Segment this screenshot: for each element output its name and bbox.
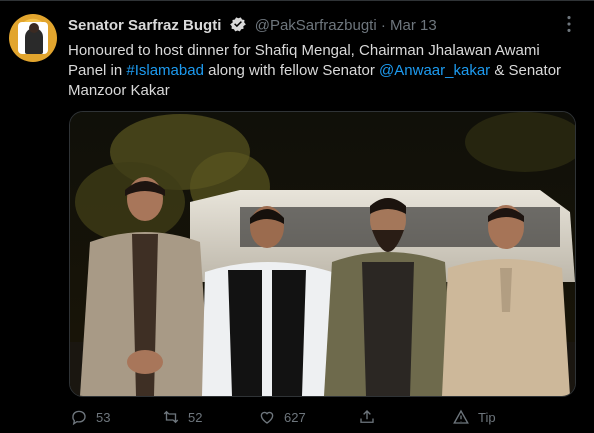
avatar[interactable] (9, 14, 57, 62)
reply-action[interactable]: 53 (70, 403, 110, 431)
tip-label: Tip (478, 409, 496, 425)
like-action[interactable]: 627 (258, 403, 306, 431)
hashtag-link[interactable]: #Islamabad (126, 62, 204, 79)
more-icon[interactable] (558, 13, 580, 35)
like-icon (260, 411, 274, 424)
reply-icon (72, 410, 86, 426)
verified-badge-icon (229, 17, 246, 32)
tweet-header: Senator Sarfraz Bugti @PakSarfrazbugti ·… (68, 15, 437, 36)
mention-link[interactable]: @Anwaar_kakar (379, 62, 490, 79)
tweet-date[interactable]: Mar 13 (390, 17, 437, 34)
retweet-count: 52 (188, 409, 203, 425)
like-count: 627 (284, 409, 306, 425)
avatar-head (29, 23, 39, 33)
author-name[interactable]: Senator Sarfraz Bugti (68, 17, 221, 34)
tweet-card[interactable]: Senator Sarfraz Bugti @PakSarfrazbugti ·… (0, 0, 594, 431)
tip-action[interactable]: Tip (452, 403, 496, 431)
retweet-icon (163, 410, 179, 424)
photo-illustration (70, 112, 575, 396)
tip-icon (453, 409, 469, 424)
share-icon (360, 410, 374, 423)
tweet-text: Honoured to host dinner for Shafiq Menga… (68, 41, 568, 101)
tweet-photo[interactable] (69, 111, 576, 397)
retweet-action[interactable]: 52 (162, 403, 202, 431)
reply-count: 53 (96, 409, 111, 425)
tweet-actions: 53 52 627 Tip (0, 403, 594, 433)
tweet-text-part2: along with fellow Senator (203, 62, 380, 79)
share-action[interactable] (358, 403, 376, 431)
separator-dot: · (380, 17, 386, 34)
author-handle[interactable]: @PakSarfrazbugti (255, 17, 377, 34)
